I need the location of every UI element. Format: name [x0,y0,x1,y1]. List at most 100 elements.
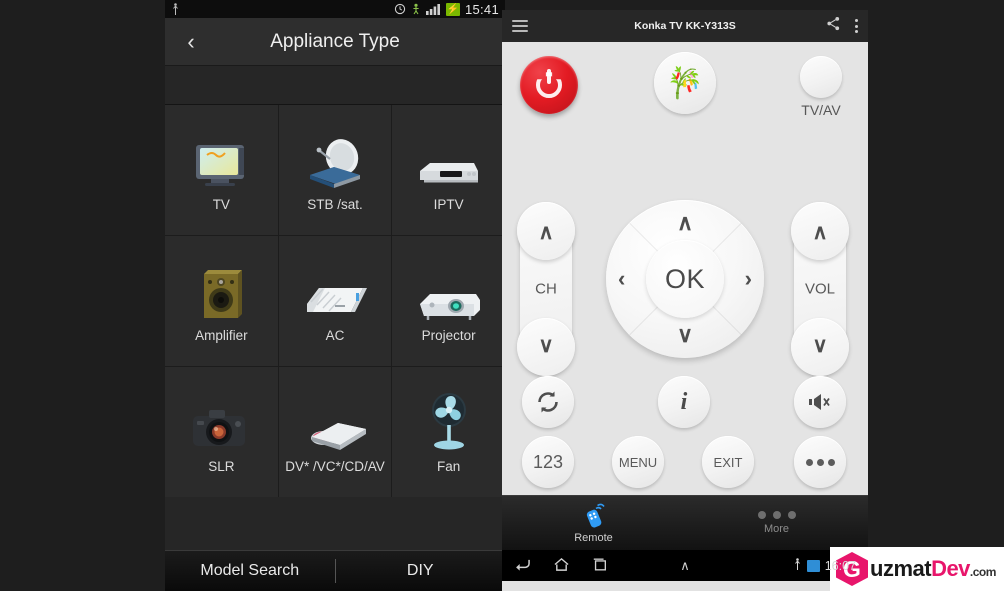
appliance-cell-stb-sat[interactable]: STB /sat. [278,105,392,235]
signal-icon [425,3,441,15]
appliance-cell-fan[interactable]: Fan [392,367,505,497]
nav-recents-icon[interactable] [592,557,608,575]
grid-top-spacer [165,66,505,104]
exit-button[interactable]: EXIT [702,436,754,488]
exit-label: EXIT [713,454,743,470]
dpad[interactable]: ∧ ∨ ‹ › OK [606,200,764,358]
tv-av-label: TV/AV [801,102,841,118]
power-icon [536,69,562,98]
appliance-cell-tv[interactable]: TV [165,105,278,235]
remote-control-icon [586,503,605,528]
speaker-icon [194,260,248,322]
appliance-cell-iptv[interactable]: IPTV [392,105,505,235]
crt-tv-icon [189,129,253,191]
watermark: G uzmatDev.com [830,547,1004,591]
custom-brand-button[interactable]: 🎋 [654,52,716,114]
volume-rocker[interactable]: ∧ VOL ∨ [791,202,849,376]
nav-time: 16:07 [824,558,856,573]
phone-status-time: 15:41 [464,1,499,17]
more-icon [805,458,835,466]
appliance-label: AC [325,327,345,343]
sync-icon [411,3,421,15]
channel-label: CH [535,280,557,298]
set-top-box-icon [414,129,484,191]
dpad-down-button[interactable]: ∨ [677,324,693,346]
battery-icon [806,559,820,572]
tab-more[interactable]: More [685,511,868,535]
volume-label: VOL [804,280,835,298]
appliance-label: DV* /VC*/CD/AV [285,458,385,474]
appliance-label: Fan [437,458,461,474]
android-nav-bar: ∧ 16:07 [502,550,868,581]
disc-player-icon [298,391,372,453]
tablet-tab-bar: Remote More [502,495,868,550]
dpad-up-button[interactable]: ∧ [677,212,693,234]
usb-icon [793,557,802,574]
tab-remote[interactable]: Remote [502,502,685,544]
menu-button[interactable]: MENU [612,436,664,488]
info-button[interactable]: i [658,376,710,428]
alarm-icon [394,3,406,15]
device-title: Konka TV KK-Y313S [634,20,736,32]
mute-icon [809,394,830,410]
appliance-cell-projector[interactable]: Projector [392,236,505,366]
phone-bottom-bar: Model Search DIY [165,550,505,591]
decorative-figure-icon: 🎋 [666,66,704,100]
appliance-cell-slr[interactable]: SLR [165,367,278,497]
tab-more-label: More [763,523,790,535]
three-dots-icon [757,511,796,519]
nav-back-icon[interactable] [514,557,531,575]
appliance-cell-amplifier[interactable]: Amplifier [165,236,278,366]
watermark-name-second: Dev [931,556,970,581]
model-search-button[interactable]: Model Search [165,562,335,580]
menu-label: MENU [618,454,658,470]
back-button[interactable]: ‹ [165,18,217,66]
watermark-text: uzmatDev.com [870,556,996,582]
left-phone-screen: ⚡ 15:41 ‹ Appliance Type TV STB /sat. IP… [165,0,505,591]
phone-status-bar: ⚡ 15:41 [165,0,505,18]
volume-up-button[interactable]: ∧ [794,222,846,243]
watermark-tld: .com [969,565,997,579]
power-button[interactable] [520,56,578,114]
appliance-label: TV [212,196,230,212]
refresh-button[interactable] [522,376,574,428]
watermark-name-first: uzmat [870,556,932,581]
hamburger-icon[interactable] [512,20,528,32]
diy-button[interactable]: DIY [336,562,506,580]
phone-action-bar: ‹ Appliance Type [165,18,505,66]
battery-charging-icon: ⚡ [445,2,460,16]
appliance-label: SLR [208,458,235,474]
appliance-cell-ac[interactable]: AC [278,236,392,366]
more-button[interactable] [794,436,846,488]
keypad-icon: 123 [532,451,564,472]
numbers-button[interactable]: 123 [522,436,574,488]
fan-icon [421,391,477,453]
volume-down-button[interactable]: ∨ [794,335,846,356]
appliance-label: Amplifier [195,327,248,343]
projector-icon [414,260,484,322]
channel-rocker[interactable]: ∧ CH ∨ [517,202,575,376]
info-icon: i [680,388,688,415]
remote-control-face: 🎋 TV/AV ∧ CH ∨ ∧ VOL ∨ ∧ ∨ ‹ › OK i 123 … [502,42,868,495]
right-tablet-screen: Konka TV KK-Y313S 🎋 TV/AV ∧ CH ∨ ∧ VOL ∨… [502,10,868,591]
appliance-type-grid: TV STB /sat. IPTV Amplifier AC Projector… [165,104,505,497]
tab-remote-label: Remote [574,532,613,544]
dpad-right-button[interactable]: › [745,268,752,290]
air-conditioner-icon [299,260,371,322]
tablet-action-bar: Konka TV KK-Y313S [502,10,868,42]
channel-down-button[interactable]: ∨ [520,335,572,356]
nav-home-icon[interactable] [553,557,570,575]
appliance-label: Projector [421,327,476,343]
appliance-cell-dv-vc-cd-av[interactable]: DV* /VC*/CD/AV [278,367,392,497]
tv-av-button[interactable] [800,56,842,98]
overflow-menu-icon[interactable] [855,19,858,33]
share-icon[interactable] [826,16,841,36]
channel-up-button[interactable]: ∧ [520,222,572,243]
mute-button[interactable] [794,376,846,428]
satellite-dish-icon [300,129,370,191]
appliance-label: STB /sat. [307,196,363,212]
ok-button[interactable]: OK [646,240,724,318]
dpad-left-button[interactable]: ‹ [618,268,625,290]
appliance-label: IPTV [433,196,464,212]
dslr-camera-icon [189,391,253,453]
